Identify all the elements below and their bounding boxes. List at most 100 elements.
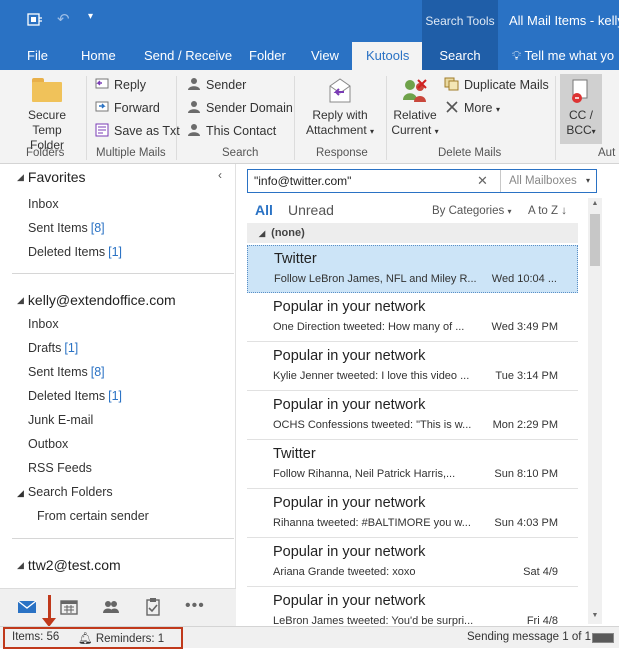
folder-search-folders[interactable]: ◢ Search Folders [17, 485, 113, 499]
search-input[interactable] [254, 173, 464, 189]
mail-preview: One Direction tweeted: How many of ... [273, 321, 465, 333]
mail-item[interactable]: Popular in your network Ariana Grande tw… [247, 539, 578, 587]
save-txt-icon [94, 123, 110, 137]
filter-bar: All Unread By Categories ▾ A to Z ↓ [255, 202, 585, 222]
folder-deleted-items[interactable]: Deleted Items [1] [28, 389, 122, 403]
account-header-kelly[interactable]: ◢ kelly@extendoffice.com [17, 292, 176, 308]
secure-temp-folder-button[interactable]: Secure Temp Folder [22, 76, 72, 153]
tab-view[interactable]: View [311, 42, 339, 70]
folder-junk-email[interactable]: Junk E-mail [28, 413, 96, 427]
relative-current-button[interactable]: Relative Current ▾ [390, 76, 440, 139]
cc-bcc-button[interactable]: CC / BCC▾ [560, 74, 602, 144]
reminders-indicator[interactable]: 🔔︎ Reminders: 1 [78, 631, 164, 645]
duplicate-mails-button[interactable]: Duplicate Mails [444, 75, 549, 95]
mail-item[interactable]: Twitter Follow LeBron James, NFL and Mil… [247, 245, 578, 293]
undo-icon[interactable]: ↶ [57, 10, 70, 28]
quick-access-dropdown-icon[interactable]: ▾ [88, 11, 93, 22]
mail-date: Mon 2:29 PM [492, 419, 558, 431]
folder-inbox[interactable]: Inbox [28, 317, 62, 331]
chevron-down-icon: ▾ [585, 176, 590, 185]
scrollbar-thumb[interactable] [590, 214, 600, 266]
mail-item[interactable]: Popular in your network OCHS Confessions… [247, 392, 578, 440]
reply-label: Reply [114, 78, 146, 92]
mail-item[interactable]: Popular in your network One Direction tw… [247, 294, 578, 342]
search-tools-label: Search Tools [422, 0, 498, 42]
mail-sender: Popular in your network [273, 495, 426, 511]
item-count: Items: 56 [12, 631, 60, 643]
ribbon-tabs: File Home Send / Receive Folder View Kut… [0, 42, 619, 70]
collapse-pane-icon[interactable]: ‹ [218, 168, 222, 182]
filter-unread[interactable]: Unread [288, 202, 334, 218]
reply-button[interactable]: Reply [94, 75, 146, 95]
sort-a-to-z[interactable]: A to Z ↓ [528, 205, 567, 217]
send-receive-all-icon[interactable] [27, 12, 43, 28]
scroll-up-icon[interactable]: ▲ [590, 200, 600, 210]
reply-with-attachment-button[interactable]: Reply with Attachment ▾ [302, 76, 378, 139]
group-label-delete-mails: Delete Mails [438, 147, 502, 159]
forward-label: Forward [114, 101, 160, 115]
search-sender-domain-button[interactable]: Sender Domain [186, 98, 293, 118]
cc-bcc-icon [560, 76, 602, 106]
tab-search[interactable]: Search [422, 42, 498, 70]
reply-with-label-line2: Attachment ▾ [305, 123, 375, 137]
folder-rss-feeds[interactable]: RSS Feeds [28, 461, 95, 475]
tab-send-receive[interactable]: Send / Receive [144, 42, 232, 70]
search-this-contact-button[interactable]: This Contact [186, 121, 276, 141]
favorites-inbox[interactable]: Inbox [28, 197, 62, 211]
folder-from-certain-sender[interactable]: From certain sender [37, 509, 149, 523]
mail-sender: Popular in your network [273, 348, 426, 364]
tab-file[interactable]: File [27, 42, 48, 70]
title-bar: ↶ ▾ Search Tools All Mail Items - kelly [0, 0, 619, 42]
mail-date: Wed 10:04 ... [491, 273, 557, 285]
filter-all[interactable]: All [255, 202, 273, 218]
mail-item[interactable]: Popular in your network Kylie Jenner twe… [247, 343, 578, 391]
mail-item[interactable]: Popular in your network LeBron James twe… [247, 588, 578, 627]
account-header-ttw2[interactable]: ◢ ttw2@test.com [17, 557, 121, 573]
more-delete-button[interactable]: More ▾ [444, 98, 500, 118]
ribbon-separator [555, 76, 556, 160]
chevron-down-icon: ▾ [507, 207, 512, 216]
more-apps-icon[interactable]: ••• [185, 597, 205, 617]
window-title: All Mail Items - kelly [509, 13, 619, 28]
calendar-icon[interactable] [59, 597, 79, 617]
tell-me-search[interactable]: 💡︎ Tell me what yo [512, 42, 614, 70]
tasks-icon[interactable] [143, 597, 163, 617]
tab-folder[interactable]: Folder [249, 42, 286, 70]
group-header-none[interactable]: ◢ (none) [247, 223, 578, 243]
folder-outbox[interactable]: Outbox [28, 437, 71, 451]
mail-item[interactable]: Twitter Follow Rihanna, Neil Patrick Har… [247, 441, 578, 489]
search-sender-button[interactable]: Sender [186, 75, 246, 95]
chevron-down-icon: ▾ [434, 127, 439, 136]
mail-date: Sun 4:03 PM [494, 517, 558, 529]
mail-list-scrollbar[interactable]: ▲ ▼ [588, 198, 602, 624]
people-icon[interactable] [101, 597, 121, 617]
favorites-deleted-items[interactable]: Deleted Items [1] [28, 245, 122, 259]
instant-search-box: ✕ All Mailboxes▾ [247, 169, 597, 193]
collapse-triangle-icon: ◢ [259, 229, 266, 238]
this-contact-label: This Contact [206, 124, 277, 138]
relative-delete-icon [390, 76, 440, 106]
mail-sender: Popular in your network [273, 299, 426, 315]
tab-home[interactable]: Home [81, 42, 116, 70]
favorites-sent-items[interactable]: Sent Items [8] [28, 221, 105, 235]
folder-drafts[interactable]: Drafts [1] [28, 341, 78, 355]
person-domain-icon [186, 100, 202, 114]
duplicate-mails-label: Duplicate Mails [464, 78, 549, 92]
mail-sender: Popular in your network [273, 544, 426, 560]
arrange-by-categories[interactable]: By Categories ▾ [432, 205, 511, 217]
clear-search-icon[interactable]: ✕ [477, 173, 488, 189]
lightbulb-icon: 💡︎ [512, 48, 522, 63]
favorites-header[interactable]: ◢ Favorites [17, 169, 86, 185]
forward-button[interactable]: Forward [94, 98, 160, 118]
chevron-down-icon: ▾ [495, 105, 500, 114]
scroll-down-icon[interactable]: ▼ [590, 612, 600, 622]
mail-item[interactable]: Popular in your network Rihanna tweeted:… [247, 490, 578, 538]
tab-kutools[interactable]: Kutools [352, 42, 424, 70]
mail-icon[interactable] [17, 597, 37, 617]
status-bar: Items: 56 🔔︎ Reminders: 1 Sending messag… [0, 626, 619, 649]
search-scope-dropdown[interactable]: All Mailboxes ▾ [500, 170, 596, 192]
mail-preview: Follow LeBron James, NFL and Miley R... [274, 273, 477, 285]
folder-sent-items[interactable]: Sent Items [8] [28, 365, 105, 379]
sending-status: Sending message 1 of 1 [467, 631, 592, 643]
save-as-txt-button[interactable]: Save as Txt [94, 121, 180, 141]
